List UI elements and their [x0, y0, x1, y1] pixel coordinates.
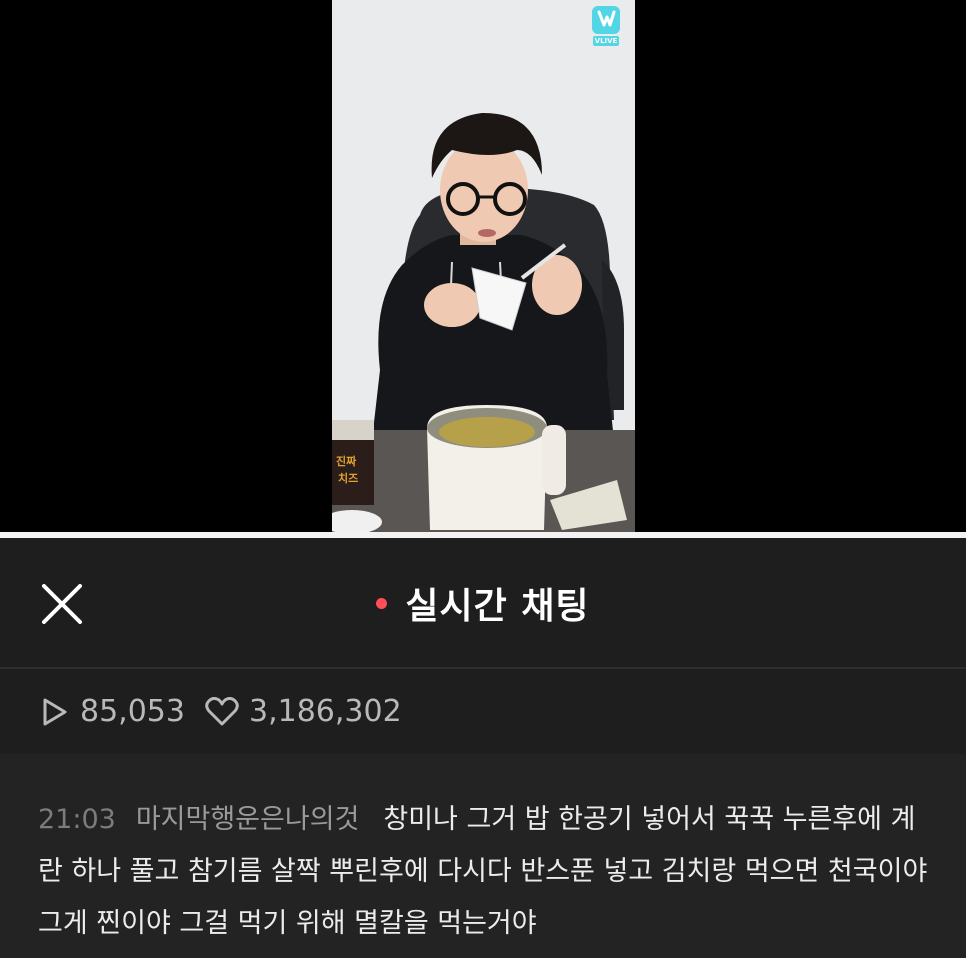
svg-text:치즈: 치즈 [338, 471, 358, 485]
vlive-v-icon [592, 6, 620, 34]
chat-message: 21:03 마지막행운은나의것 창미나 그거 밥 한공기 넣어서 꾹꾹 누른후에 계… [38, 794, 938, 950]
close-icon [42, 584, 82, 624]
chat-message-username[interactable]: 마지막행운은나의것 [136, 804, 360, 835]
stats-bar: 85,053 3,186,302 [0, 669, 966, 754]
chat-message-time: 21:03 [38, 804, 116, 835]
vlive-logo-text: VLIVE [592, 36, 620, 46]
broadcast-video-image: 진짜 치즈 [332, 0, 635, 532]
chat-title: 실시간 채팅 [405, 585, 590, 627]
play-icon [43, 698, 67, 725]
svg-text:진짜: 진짜 [336, 454, 357, 468]
chat-message-list[interactable]: 21:03 마지막행운은나의것 창미나 그거 밥 한공기 넣어서 꾹꾹 누른후에 계… [0, 754, 966, 958]
video-player[interactable]: 진짜 치즈 VLIVE [0, 0, 966, 532]
vlive-logo: VLIVE [589, 6, 623, 50]
live-indicator-dot [376, 598, 388, 609]
heart-count: 3,186,302 [205, 694, 402, 729]
heart-icon [205, 696, 239, 725]
chat-title-wrap: 실시간 채팅 [0, 538, 966, 667]
video-frame[interactable]: 진짜 치즈 VLIVE [332, 0, 635, 532]
heart-count-value: 3,186,302 [248, 694, 402, 729]
play-count: 85,053 [42, 694, 185, 729]
chat-header: 실시간 채팅 [0, 538, 966, 669]
close-button[interactable] [40, 584, 90, 624]
play-count-value: 85,053 [80, 694, 185, 729]
